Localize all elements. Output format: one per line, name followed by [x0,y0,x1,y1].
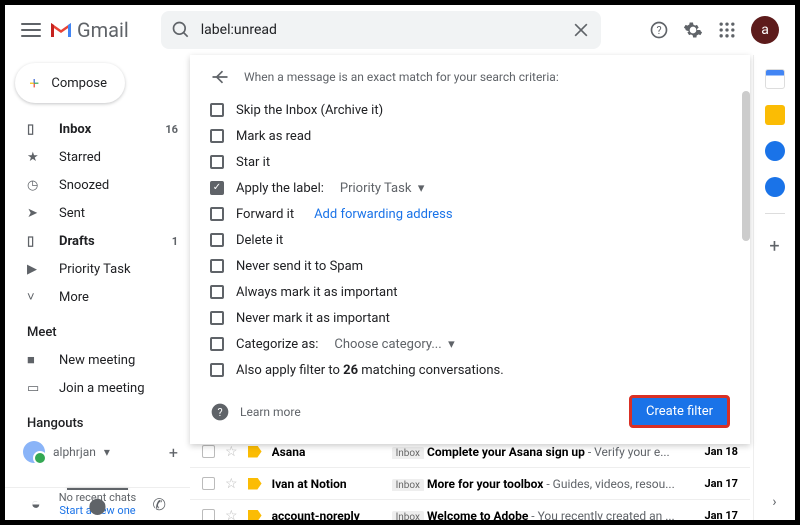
svg-text:?: ? [217,406,222,419]
account-avatar[interactable]: a [751,16,779,44]
filter-option[interactable]: Apply the label:Priority Task ▾ [210,175,730,201]
tasks-app-icon[interactable] [765,141,785,161]
checkbox[interactable] [210,363,224,377]
hangouts-title: Hangouts [5,402,190,437]
filter-option[interactable]: Forward itAdd forwarding address [210,201,730,227]
create-filter-button[interactable]: Create filter [629,395,730,428]
calendar-app-icon[interactable] [765,69,785,89]
filter-option[interactable]: Delete it [210,227,730,253]
sidebar-item-snoozed[interactable]: ◷Snoozed [5,171,190,199]
learn-more-link[interactable]: ? Learn more [210,402,301,422]
star-icon: ★ [27,150,43,165]
star-icon[interactable]: ☆ [225,476,238,492]
svg-text:?: ? [656,24,661,37]
search-bar[interactable] [161,11,601,49]
checkbox[interactable] [210,337,224,351]
new-meeting[interactable]: ■New meeting [5,346,190,374]
filter-option[interactable]: Always mark it as important [210,279,730,305]
keyboard-icon: ▭ [27,381,43,396]
apps-icon[interactable] [717,20,737,40]
importance-icon[interactable] [248,446,262,458]
tab-person-icon[interactable]: ◒ [5,488,67,520]
mail-row[interactable]: ☆Ivan at NotionInbox More for your toolb… [190,467,750,499]
keep-app-icon[interactable] [765,105,785,125]
hangouts-user[interactable]: alphrjan▾ + [5,437,190,467]
join-meeting[interactable]: ▭Join a meeting [5,374,190,402]
filter-panel: When a message is an exact match for you… [190,55,750,444]
sidebar-item-priority-task[interactable]: ▶Priority Task [5,255,190,283]
inbox-tag: Inbox [392,479,424,491]
file-icon: ▯ [27,234,43,249]
search-input[interactable] [201,22,561,38]
add-app-icon[interactable]: + [769,236,779,257]
select-value[interactable]: Priority Task ▾ [340,181,425,196]
filter-option[interactable]: Skip the Inbox (Archive it) [210,97,730,123]
help-icon[interactable]: ? [649,20,669,40]
sidebar-item-sent[interactable]: ➤Sent [5,199,190,227]
checkbox[interactable] [210,207,224,221]
checkbox[interactable] [202,445,215,458]
mail-row[interactable]: ☆account-noreplyInbox Welcome to Adobe -… [190,499,750,520]
select-value[interactable]: Choose category... ▾ [334,337,454,352]
checkbox[interactable] [210,259,224,273]
scrollbar[interactable] [742,91,750,241]
settings-icon[interactable] [683,20,703,40]
importance-icon[interactable] [248,478,262,490]
star-icon[interactable]: ☆ [225,508,238,521]
filter-header-text: When a message is an exact match for you… [244,70,559,84]
filter-option[interactable]: Categorize as:Choose category... ▾ [210,331,730,357]
checkbox[interactable] [210,311,224,325]
collapse-panel-icon[interactable]: › [772,494,776,510]
new-chat-icon[interactable]: + [169,443,178,462]
filter-option[interactable]: Mark as read [210,123,730,149]
presence-icon [23,441,45,463]
tab-chat-icon[interactable]: ⬤ [67,488,129,520]
checkbox[interactable] [202,477,215,490]
sidebar-item-drafts[interactable]: ▯Drafts1 [5,227,190,255]
checkbox[interactable] [210,285,224,299]
menu-icon[interactable] [21,23,41,37]
logo-text: Gmail [77,18,129,42]
contacts-app-icon[interactable] [765,177,785,197]
sidebar-item-inbox[interactable]: ▯Inbox16 [5,115,190,143]
send-icon: ➤ [27,206,43,221]
clock-icon: ◷ [27,178,43,193]
plus-icon [27,71,41,95]
tag-icon: ▶ [27,262,43,277]
chat-tabs: ◒ ⬤ ✆ [5,487,190,520]
checkbox[interactable] [210,103,224,117]
forward-address-link[interactable]: Add forwarding address [314,207,452,222]
help-icon: ? [210,402,230,422]
compose-label: Compose [51,76,107,91]
filter-option[interactable]: Never mark it as important [210,305,730,331]
star-icon[interactable]: ☆ [225,444,238,460]
checkbox[interactable] [210,233,224,247]
filter-option[interactable]: Never send it to Spam [210,253,730,279]
sidebar-item-starred[interactable]: ★Starred [5,143,190,171]
video-icon: ■ [27,352,43,368]
filter-option[interactable]: Star it [210,149,730,175]
clear-search-icon[interactable] [571,20,591,40]
importance-icon[interactable] [248,510,262,521]
checkbox[interactable] [210,181,224,195]
tab-phone-icon[interactable]: ✆ [128,488,190,520]
inbox-tag: Inbox [392,447,424,459]
search-icon[interactable] [171,20,191,40]
more-icon: ˅ [27,289,43,305]
back-icon[interactable] [210,67,230,87]
side-panel: + › [753,55,795,520]
sidebar-item-more[interactable]: ˅More [5,283,190,311]
meet-title: Meet [5,311,190,346]
inbox-tag: Inbox [392,511,424,521]
compose-button[interactable]: Compose [15,63,125,103]
checkbox[interactable] [202,509,215,520]
gmail-logo[interactable]: Gmail [49,18,129,42]
divider [765,213,785,214]
filter-option[interactable]: Also apply filter to 26 matching convers… [210,357,730,383]
inbox-icon: ▯ [27,122,43,137]
checkbox[interactable] [210,155,224,169]
checkbox[interactable] [210,129,224,143]
